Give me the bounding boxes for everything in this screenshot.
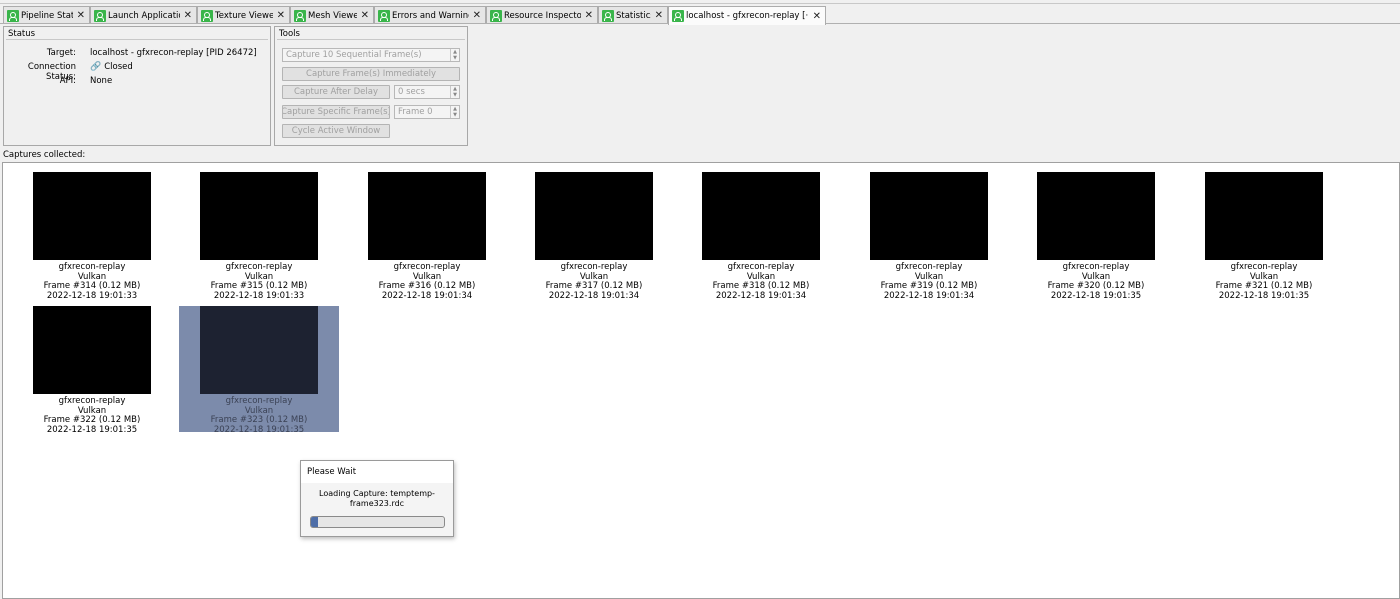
- loading-progress-bar: [310, 516, 445, 528]
- tools-group: Tools Capture 10 Sequential Frame(s) ▲ ▼ …: [274, 26, 468, 146]
- renderdoc-window: Pipeline State ✕ Launch Application ✕ Te…: [0, 0, 1400, 599]
- renderdoc-tab-icon: [294, 9, 306, 22]
- capture-item[interactable]: gfxrecon-replay Vulkan Frame #315 (0.12 …: [179, 172, 339, 300]
- tab-resource-inspector[interactable]: Resource Inspector ✕: [486, 6, 598, 24]
- capture-specific-frames-button[interactable]: Capture Specific Frame(s): [282, 105, 390, 119]
- capture-thumbnail: [1205, 172, 1323, 260]
- capture-thumbnail: [200, 306, 318, 394]
- capture-time: 2022-12-18 19:01:33: [213, 290, 305, 301]
- capture-time: 2022-12-18 19:01:34: [715, 290, 807, 301]
- capture-thumbnail: [200, 172, 318, 260]
- tools-group-title: Tools: [279, 29, 300, 39]
- status-divider: [6, 39, 268, 40]
- tab-label: Launch Application: [108, 10, 180, 21]
- capture-thumbnail: [535, 172, 653, 260]
- capture-thumbnail: [1037, 172, 1155, 260]
- capture-time: 2022-12-18 19:01:34: [548, 290, 640, 301]
- close-icon[interactable]: ✕: [585, 10, 593, 21]
- tools-divider: [277, 39, 465, 40]
- renderdoc-tab-icon: [378, 9, 390, 22]
- capture-thumbnail: [33, 306, 151, 394]
- captures-list[interactable]: gfxrecon-replay Vulkan Frame #314 (0.12 …: [2, 162, 1400, 599]
- close-icon[interactable]: ✕: [184, 10, 192, 21]
- renderdoc-tab-icon: [602, 9, 614, 22]
- capture-thumbnail: [368, 172, 486, 260]
- spinner-arrows-icon[interactable]: ▲ ▼: [450, 106, 459, 118]
- target-row: Target: localhost - gfxrecon-replay [PID…: [4, 48, 257, 58]
- capture-time: 2022-12-18 19:01:35: [46, 424, 138, 435]
- please-wait-dialog: Please Wait Loading Capture: temptemp-fr…: [300, 460, 454, 537]
- close-icon[interactable]: ✕: [655, 10, 663, 21]
- tab-label: localhost - gfxrecon-replay [···: [686, 11, 809, 21]
- close-icon[interactable]: ✕: [813, 11, 821, 22]
- renderdoc-tab-icon: [201, 9, 213, 22]
- spinner-arrows-icon[interactable]: ▲ ▼: [450, 49, 459, 61]
- capture-item[interactable]: gfxrecon-replay Vulkan Frame #316 (0.12 …: [347, 172, 507, 300]
- capture-frames-immediately-button[interactable]: Capture Frame(s) Immediately: [282, 67, 460, 81]
- tab-pipeline-state[interactable]: Pipeline State ✕: [3, 6, 90, 24]
- delay-seconds-value: 0 secs: [398, 87, 425, 97]
- tab-label: Texture Viewer: [215, 10, 273, 21]
- capture-after-delay-button[interactable]: Capture After Delay: [282, 85, 390, 99]
- capture-thumbnail: [702, 172, 820, 260]
- capture-time: 2022-12-18 19:01:35: [213, 424, 305, 435]
- close-icon[interactable]: ✕: [277, 10, 285, 21]
- capture-item[interactable]: gfxrecon-replay Vulkan Frame #317 (0.12 …: [514, 172, 674, 300]
- tab-label: Mesh Viewer: [308, 10, 357, 21]
- capture-item[interactable]: gfxrecon-replay Vulkan Frame #318 (0.12 …: [681, 172, 841, 300]
- close-icon[interactable]: ✕: [361, 10, 369, 21]
- tab-label: Errors and Warnings: [392, 10, 469, 21]
- tab-label: Pipeline State: [21, 10, 73, 21]
- target-value: localhost - gfxrecon-replay [PID 26472]: [90, 48, 257, 58]
- capture-item-selected[interactable]: gfxrecon-replay Vulkan Frame #323 (0.12 …: [179, 306, 339, 434]
- capture-item[interactable]: gfxrecon-replay Vulkan Frame #321 (0.12 …: [1184, 172, 1344, 300]
- renderdoc-tab-icon: [672, 10, 684, 22]
- capture-time: 2022-12-18 19:01:33: [46, 290, 138, 301]
- progress-fill: [311, 517, 318, 527]
- cycle-active-window-button[interactable]: Cycle Active Window: [282, 124, 390, 138]
- capture-item[interactable]: gfxrecon-replay Vulkan Frame #322 (0.12 …: [12, 306, 172, 434]
- capture-time: 2022-12-18 19:01:34: [381, 290, 473, 301]
- capture-sequential-frames-text: Capture 10 Sequential Frame(s): [286, 50, 422, 60]
- api-value: None: [90, 76, 113, 86]
- delay-seconds-spinner[interactable]: 0 secs ▲ ▼: [394, 85, 460, 99]
- frame-number-spinner[interactable]: Frame 0 ▲ ▼: [394, 105, 460, 119]
- dialog-title: Please Wait: [301, 461, 453, 483]
- dialog-message: Loading Capture: temptemp-frame323.rdc: [319, 489, 435, 508]
- capture-sequential-frames-spinner[interactable]: Capture 10 Sequential Frame(s) ▲ ▼: [282, 48, 460, 62]
- status-group-title: Status: [8, 29, 36, 39]
- tab-mesh-viewer[interactable]: Mesh Viewer ✕: [290, 6, 374, 24]
- capture-thumbnail: [870, 172, 988, 260]
- tab-label: Resource Inspector: [504, 10, 581, 21]
- renderdoc-tab-icon: [7, 9, 19, 22]
- tab-errors-and-warnings[interactable]: Errors and Warnings ✕: [374, 6, 486, 24]
- tab-remote-connection[interactable]: localhost - gfxrecon-replay [··· ✕: [668, 6, 826, 25]
- renderdoc-tab-icon: [94, 9, 106, 22]
- captures-collected-label: Captures collected:: [3, 150, 86, 160]
- api-row: API: None: [4, 76, 113, 86]
- capture-item[interactable]: gfxrecon-replay Vulkan Frame #319 (0.12 …: [849, 172, 1009, 300]
- capture-thumbnail: [33, 172, 151, 260]
- status-group: Status Target: localhost - gfxrecon-repl…: [3, 26, 271, 146]
- tab-launch-application[interactable]: Launch Application ✕: [90, 6, 197, 24]
- api-label: API:: [59, 76, 76, 86]
- tab-bar: Pipeline State ✕ Launch Application ✕ Te…: [0, 0, 1400, 25]
- target-label: Target:: [46, 48, 76, 58]
- tab-label: Statistics: [616, 10, 651, 21]
- tab-texture-viewer[interactable]: Texture Viewer ✕: [197, 6, 290, 24]
- renderdoc-tab-icon: [490, 9, 502, 22]
- capture-time: 2022-12-18 19:01:34: [883, 290, 975, 301]
- close-icon[interactable]: ✕: [473, 10, 481, 21]
- close-icon[interactable]: ✕: [77, 10, 85, 21]
- capture-item[interactable]: gfxrecon-replay Vulkan Frame #314 (0.12 …: [12, 172, 172, 300]
- tab-statistics[interactable]: Statistics ✕: [598, 6, 668, 24]
- capture-time: 2022-12-18 19:01:35: [1218, 290, 1310, 301]
- spinner-arrows-icon[interactable]: ▲ ▼: [450, 86, 459, 98]
- capture-item[interactable]: gfxrecon-replay Vulkan Frame #320 (0.12 …: [1016, 172, 1176, 300]
- frame-number-value: Frame 0: [398, 107, 433, 117]
- capture-time: 2022-12-18 19:01:35: [1050, 290, 1142, 301]
